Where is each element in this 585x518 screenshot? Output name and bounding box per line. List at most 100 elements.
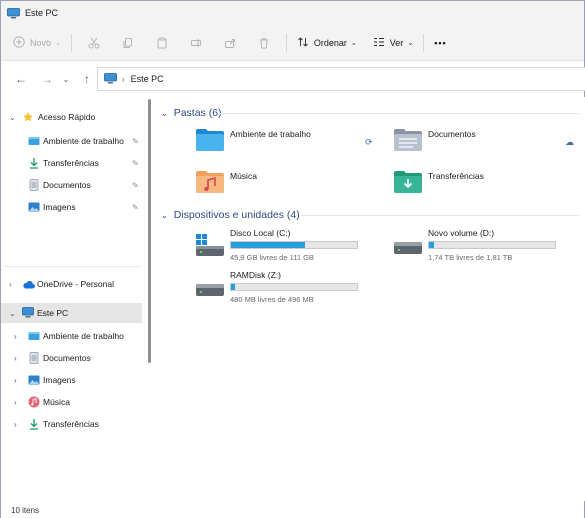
drive-icon: [393, 234, 423, 260]
copy-button[interactable]: [116, 31, 140, 55]
sidebar-item-quick-downloads[interactable]: Transferências ✎: [1, 153, 142, 173]
chevron-right-icon: ›: [9, 279, 12, 289]
sync-icon: ⟳: [365, 137, 373, 147]
navigation-row: ← → ⌄ ↑ › Este PC: [1, 61, 585, 97]
file-explorer-window: Este PC Novo ⌄ Ordenar ⌄ Ver ⌄ ••• ← → ⌄…: [0, 0, 585, 518]
sidebar-item-label: Música: [43, 397, 70, 407]
share-button[interactable]: [218, 31, 242, 55]
breadcrumb-this-pc[interactable]: Este PC: [131, 74, 164, 84]
toolbar-divider: [70, 33, 72, 52]
documents-folder-icon: [393, 127, 423, 155]
arrow-left-icon: ←: [15, 72, 27, 86]
chevron-right-icon: ›: [14, 375, 17, 385]
folder-tile-documents[interactable]: Documentos ☁: [393, 127, 583, 157]
back-button[interactable]: ←: [9, 67, 33, 91]
downloads-icon: [28, 418, 40, 430]
more-options-button[interactable]: •••: [434, 31, 446, 55]
new-button[interactable]: Novo ⌄: [13, 31, 61, 55]
sort-button[interactable]: Ordenar ⌄: [297, 31, 357, 55]
sidebar-item-label: Ambiente de trabalho: [43, 331, 124, 341]
chevron-right-icon: ›: [14, 353, 17, 363]
sidebar-scrollbar[interactable]: [148, 99, 151, 363]
cloud-icon: [22, 280, 35, 289]
chevron-right-icon: ›: [14, 397, 17, 407]
chevron-down-icon: ⌄: [9, 112, 16, 122]
chevron-right-icon: ›: [122, 74, 125, 84]
drive-label: Disco Local (C:): [230, 228, 291, 238]
folder-tile-desktop[interactable]: Ambiente de trabalho ⟳: [195, 127, 385, 157]
clipboard-icon: [157, 37, 167, 48]
trash-icon: [259, 37, 268, 48]
folder-label: Música: [230, 171, 257, 181]
sidebar-item-pc-music[interactable]: › Música: [1, 392, 142, 412]
sidebar-item-label: OneDrive - Personal: [37, 279, 115, 289]
drive-usage-fill: [231, 284, 235, 290]
documents-icon: [28, 352, 40, 364]
sidebar-item-label: Imagens: [43, 202, 76, 212]
cut-button[interactable]: [82, 31, 106, 55]
forward-button[interactable]: →: [35, 67, 59, 91]
pin-icon[interactable]: ✎: [132, 203, 139, 212]
folder-label: Transferências: [428, 171, 484, 181]
pin-icon[interactable]: ✎: [132, 159, 139, 168]
sidebar-divider: [5, 266, 141, 267]
address-bar[interactable]: › Este PC: [97, 67, 585, 91]
sidebar-item-onedrive[interactable]: › OneDrive - Personal: [1, 274, 142, 294]
paste-button[interactable]: [150, 31, 174, 55]
pin-icon[interactable]: ✎: [132, 181, 139, 190]
desktop-folder-icon: [28, 135, 40, 147]
chevron-down-icon: ⌄: [161, 210, 168, 220]
drive-usage-bar: [230, 241, 358, 249]
drive-usage-fill: [231, 242, 306, 248]
up-button[interactable]: ↑: [75, 67, 99, 91]
sidebar-item-quick-documents[interactable]: Documentos ✎: [1, 175, 142, 195]
navigation-pane: ⌄ Acesso Rápido Ambiente de trabalho ✎ T…: [1, 97, 153, 501]
delete-button[interactable]: [252, 31, 276, 55]
windows-drive-icon: [195, 234, 225, 260]
folders-section-header[interactable]: ⌄ Pastas (6): [161, 105, 222, 121]
drive-label: Novo volume (D:): [428, 228, 495, 238]
command-bar: Novo ⌄ Ordenar ⌄ Ver ⌄ •••: [1, 25, 584, 61]
sidebar-item-quick-desktop[interactable]: Ambiente de trabalho ✎: [1, 131, 142, 151]
chevron-down-icon: ⌄: [407, 39, 414, 47]
recent-locations-button[interactable]: ⌄: [59, 67, 73, 91]
sidebar-item-label: Transferências: [43, 419, 99, 429]
sidebar-item-label: Imagens: [43, 375, 76, 385]
desktop-folder-icon: [195, 127, 225, 155]
folder-label: Ambiente de trabalho: [230, 129, 311, 139]
folder-tile-music[interactable]: Música: [195, 169, 385, 199]
drive-free-space: 45,9 GB livres de 111 GB: [230, 253, 314, 262]
sidebar-item-this-pc[interactable]: ⌄ Este PC: [1, 303, 142, 323]
drive-tile-z[interactable]: RAMDisk (Z:) 480 MB livres de 496 MB: [195, 270, 375, 314]
drive-free-space: 480 MB livres de 496 MB: [230, 295, 314, 304]
devices-section-header[interactable]: ⌄ Dispositivos e unidades (4): [161, 207, 300, 223]
sidebar-item-pc-downloads[interactable]: › Transferências: [1, 414, 142, 434]
sidebar-item-pc-documents[interactable]: › Documentos: [1, 348, 142, 368]
sidebar-item-pc-pictures[interactable]: › Imagens: [1, 370, 142, 390]
cloud-icon: ☁: [565, 137, 574, 147]
copy-icon: [123, 37, 132, 48]
sidebar-item-label: Acesso Rápido: [38, 112, 96, 122]
drive-usage-bar: [428, 241, 556, 249]
toolbar-divider: [285, 33, 287, 52]
arrow-up-icon: ↑: [84, 72, 90, 86]
view-button[interactable]: Ver ⌄: [373, 31, 413, 55]
sidebar-item-quick-pictures[interactable]: Imagens ✎: [1, 197, 142, 217]
devices-section-title: Dispositivos e unidades (4): [173, 209, 300, 221]
content-pane: ⌄ Pastas (6) Ambiente de trabalho ⟳ Docu…: [153, 97, 585, 501]
pin-icon[interactable]: ✎: [132, 137, 139, 146]
music-folder-icon: [195, 169, 225, 197]
sidebar-item-quick-access[interactable]: ⌄ Acesso Rápido: [1, 107, 142, 127]
drive-tile-c[interactable]: Disco Local (C:) 45,9 GB livres de 111 G…: [195, 228, 375, 272]
computer-icon: [7, 8, 20, 19]
rename-button[interactable]: [184, 31, 208, 55]
drive-icon: [195, 276, 225, 302]
sidebar-item-pc-desktop[interactable]: › Ambiente de trabalho: [1, 326, 142, 346]
pictures-icon: [28, 374, 40, 386]
section-divider: [301, 215, 579, 216]
sidebar-item-label: Transferências: [43, 158, 99, 168]
folder-tile-downloads[interactable]: Transferências: [393, 169, 583, 199]
drive-tile-d[interactable]: Novo volume (D:) 1,74 TB livres de 1,81 …: [393, 228, 573, 272]
folder-label: Documentos: [428, 129, 476, 139]
sidebar-item-label: Este PC: [37, 308, 69, 318]
